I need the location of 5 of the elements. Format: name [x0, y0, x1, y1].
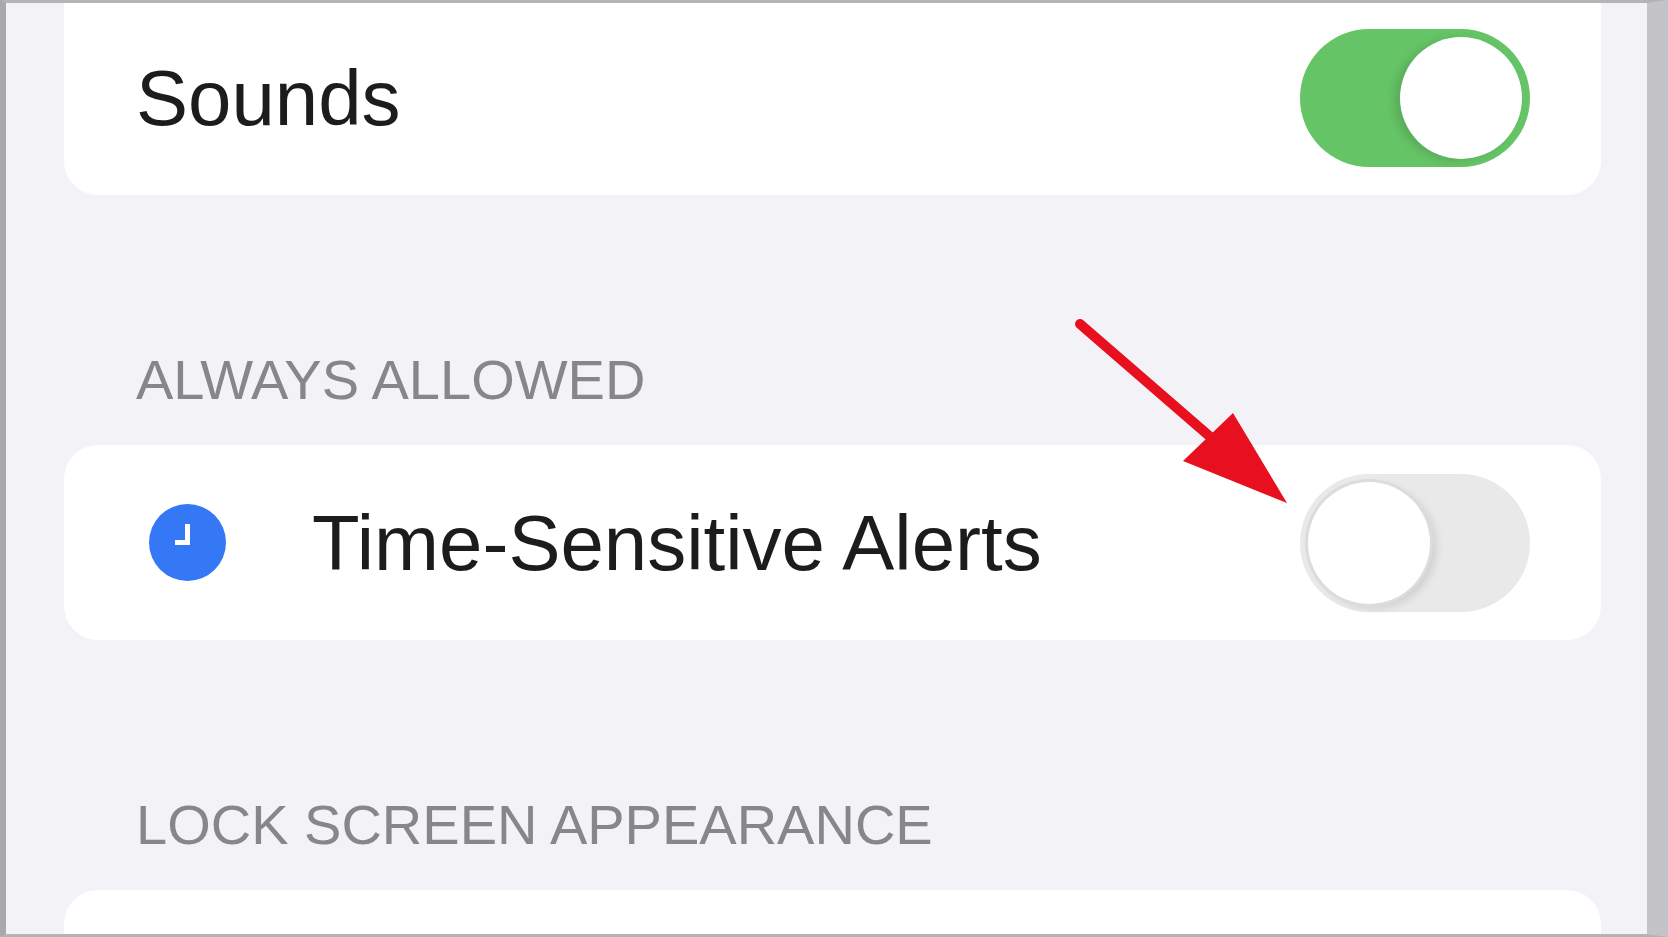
setting-label: Time-Sensitive Alerts [312, 497, 1042, 588]
setting-label: Sounds [136, 52, 401, 143]
section-header: LOCK SCREEN APPEARANCE [135, 792, 934, 858]
section-header: ALWAYS ALLOWED [135, 347, 647, 413]
clock-icon [149, 504, 226, 581]
